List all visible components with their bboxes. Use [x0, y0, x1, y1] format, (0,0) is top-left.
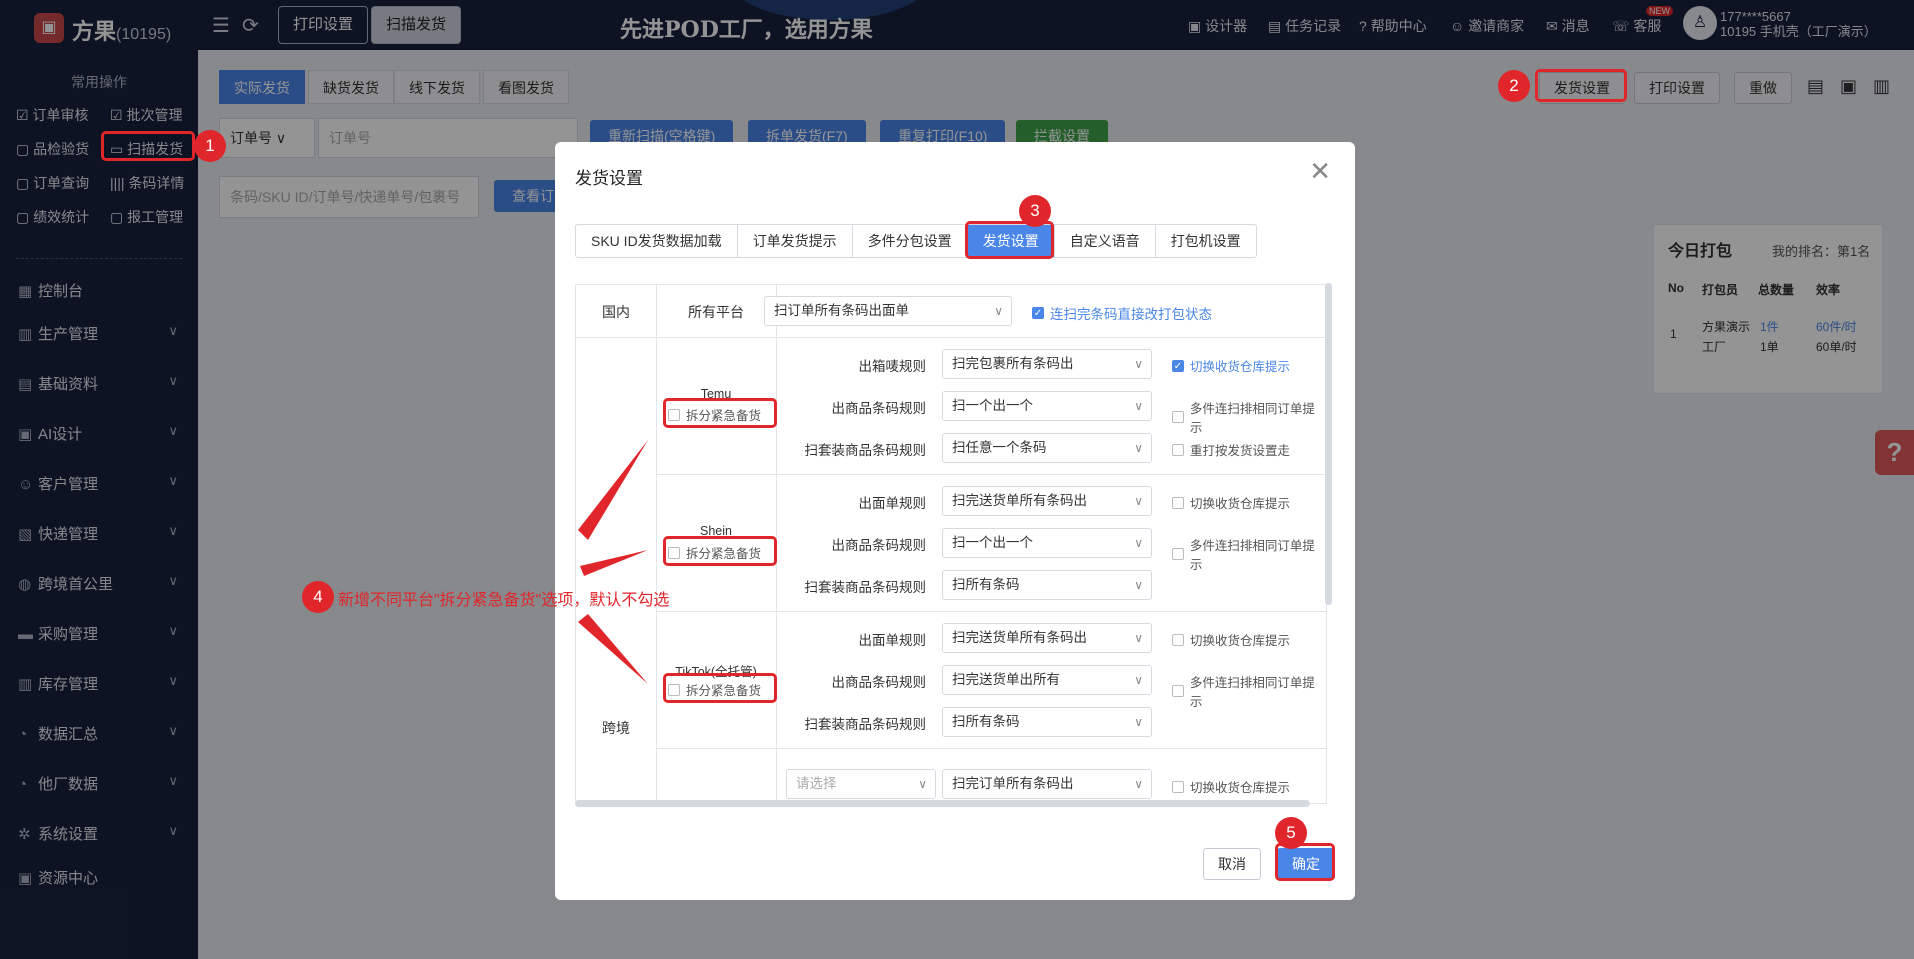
shein-rule-label: 出面单规则 — [858, 496, 927, 511]
tiktok-check[interactable]: 多件连扫排相同订单提示 — [1172, 672, 1326, 710]
shein-rule-select[interactable]: 扫一个出一个 ∨ — [942, 528, 1152, 558]
domestic-label: 国内 — [602, 304, 630, 320]
annot-badge-4: 4 — [302, 581, 334, 613]
dialog-title: 发货设置 — [575, 169, 643, 188]
tiktok-rule-label: 出商品条码规则 — [831, 675, 927, 690]
annot-box-tiktok — [663, 673, 777, 703]
vertical-scrollbar[interactable] — [1325, 283, 1332, 605]
temu-rule-label: 出箱唛规则 — [858, 359, 927, 374]
shein-check[interactable]: 多件连扫排相同订单提示 — [1172, 535, 1326, 573]
tiktok-rule-label: 出面单规则 — [858, 633, 927, 648]
platform-select[interactable]: 请选择 ∨ — [786, 769, 936, 799]
shein-rule-select[interactable]: 扫所有条码 ∨ — [942, 570, 1152, 600]
shein-check[interactable]: 切换收货仓库提示 — [1172, 493, 1290, 512]
annot-badge-1: 1 — [194, 130, 226, 162]
divider — [576, 337, 1326, 338]
domestic-rule-select[interactable]: 扫订单所有条码出面单 ∨ — [764, 296, 1012, 326]
last-check[interactable]: 切换收货仓库提示 — [1172, 777, 1290, 796]
all-platforms-label: 所有平台 — [688, 304, 744, 320]
temu-check[interactable]: 重打按发货设置走 — [1172, 440, 1290, 459]
shein-rule-select[interactable]: 扫完送货单所有条码出 ∨ — [942, 486, 1152, 516]
close-icon[interactable]: ✕ — [1309, 156, 1331, 187]
tiktok-rule-select[interactable]: 扫完送货单出所有 ∨ — [942, 665, 1152, 695]
temu-check[interactable]: ✓ 切换收货仓库提示 — [1172, 356, 1290, 375]
horizontal-scrollbar[interactable] — [575, 800, 1310, 807]
tab-custom-voice[interactable]: 自定义语音 — [1055, 225, 1156, 257]
cancel-button[interactable]: 取消 — [1203, 848, 1261, 880]
tiktok-rule-select[interactable]: 扫完送货单所有条码出 ∨ — [942, 623, 1152, 653]
temu-rule-select[interactable]: 扫一个出一个 ∨ — [942, 391, 1152, 421]
tiktok-rule-select[interactable]: 扫所有条码 ∨ — [942, 707, 1152, 737]
annot-badge-5: 5 — [1275, 817, 1307, 849]
tab-multi-pack[interactable]: 多件分包设置 — [853, 225, 968, 257]
annot-box-2 — [1535, 69, 1627, 102]
divider — [656, 611, 1326, 612]
temu-rule-label: 扫套装商品条码规则 — [804, 443, 927, 458]
tab-sku-load[interactable]: SKU ID发货数据加载 — [576, 225, 738, 257]
annot-box-temu — [663, 398, 777, 428]
temu-rule-select[interactable]: 扫完包裹所有条码出 ∨ — [942, 349, 1152, 379]
annot-box-3 — [965, 221, 1054, 259]
temu-rule-label: 出商品条码规则 — [831, 401, 927, 416]
domestic-auto-pack-checkbox[interactable]: ✓ 连扫完条码直接改打包状态 — [1032, 303, 1212, 323]
shein-rule-label: 扫套装商品条码规则 — [804, 580, 927, 595]
annot-badge-2: 2 — [1498, 70, 1530, 102]
last-rule-select[interactable]: 扫完订单所有条码出 ∨ — [942, 769, 1152, 799]
dialog-tabs: SKU ID发货数据加载 订单发货提示 多件分包设置 发货设置 自定义语音 打包… — [575, 224, 1257, 258]
temu-check[interactable]: 多件连扫排相同订单提示 — [1172, 398, 1326, 436]
annot-arrows — [578, 440, 648, 684]
divider — [656, 748, 1326, 749]
annot-box-5 — [1275, 843, 1335, 881]
arrow-up — [578, 440, 648, 540]
arrow-down — [578, 614, 648, 684]
arrow-mid — [580, 550, 648, 576]
tiktok-check[interactable]: 切换收货仓库提示 — [1172, 630, 1290, 649]
tab-order-tip[interactable]: 订单发货提示 — [738, 225, 853, 257]
annot-box-1 — [101, 131, 195, 161]
annot-badge-3: 3 — [1019, 195, 1051, 227]
ship-settings-dialog: 发货设置 ✕ SKU ID发货数据加载 订单发货提示 多件分包设置 发货设置 自… — [555, 142, 1355, 900]
divider — [656, 474, 1326, 475]
shein-rule-label: 出商品条码规则 — [831, 538, 927, 553]
tab-packer-settings[interactable]: 打包机设置 — [1156, 225, 1256, 257]
annot-box-shein — [663, 536, 777, 566]
cross-border-label: 跨境 — [602, 720, 630, 736]
temu-rule-select[interactable]: 扫任意一个条码 ∨ — [942, 433, 1152, 463]
tiktok-rule-label: 扫套装商品条码规则 — [804, 717, 927, 732]
